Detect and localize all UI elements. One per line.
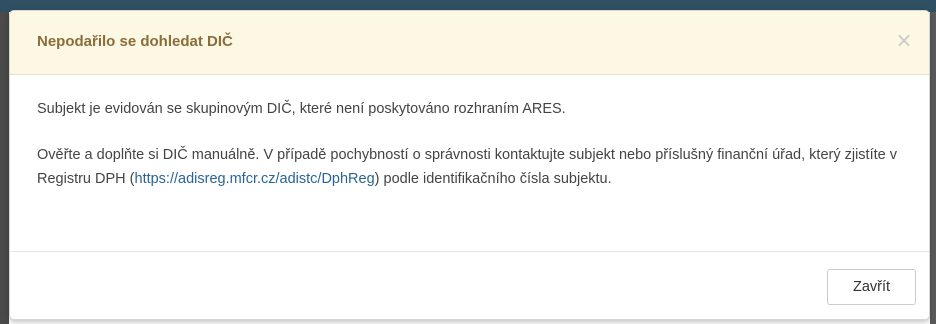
registry-link[interactable]: https://adisreg.mfcr.cz/adistc/DphReg <box>135 171 375 187</box>
close-button[interactable]: Zavřít <box>827 269 916 305</box>
message-paragraph-1: Subjekt je evidován se skupinovým DIČ, k… <box>37 101 566 117</box>
message-paragraph-2: Ověřte a doplňte si DIČ manuálně. V příp… <box>37 143 902 191</box>
dialog-header: Nepodařilo se dohledat DIČ × <box>10 11 929 75</box>
dialog-body: Subjekt je evidován se skupinovým DIČ, k… <box>10 75 929 252</box>
dialog-title: Nepodařilo se dohledat DIČ <box>37 33 233 50</box>
close-icon[interactable]: × <box>893 29 915 51</box>
warning-dialog: Nepodařilo se dohledat DIČ × Subjekt je … <box>9 10 930 320</box>
background-right-edge <box>930 12 936 324</box>
message-text-after-link: ) podle identifikačního čísla subjektu. <box>374 171 612 187</box>
dialog-footer: Zavřít <box>10 252 929 319</box>
background-left-edge <box>0 12 9 324</box>
